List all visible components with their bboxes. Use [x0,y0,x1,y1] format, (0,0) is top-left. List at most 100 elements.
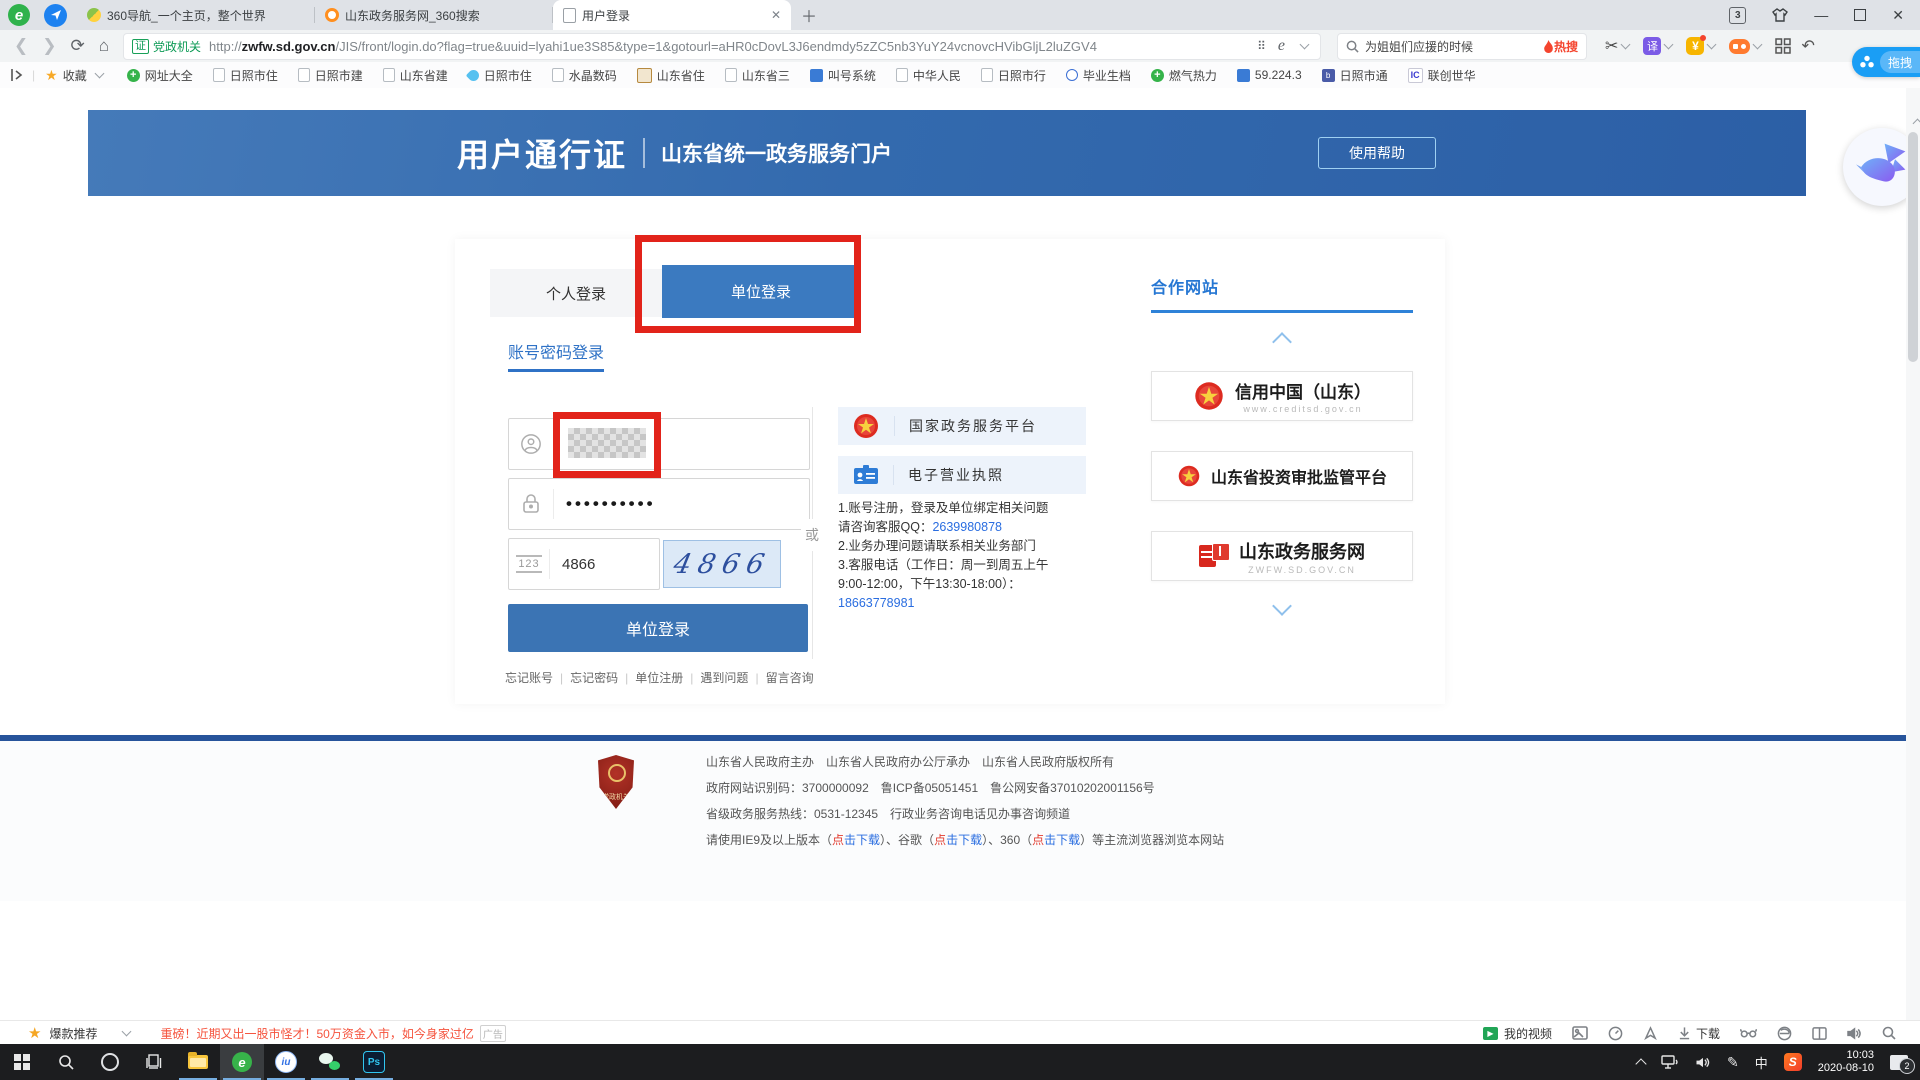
search-box[interactable]: 为姐姐们应援的时候 热搜 [1337,33,1587,60]
tab-360-search[interactable]: 山东政务服务网_360搜索 [315,0,553,30]
forward-button[interactable]: ❯ [42,36,56,56]
taskbar-file-explorer[interactable] [176,1044,220,1080]
page-scrollbar[interactable] [1906,88,1920,1020]
captcha-image[interactable]: 4866 [663,540,781,588]
tab-360-nav[interactable]: 360导航_一个主页，整个世界 [77,0,315,30]
taskbar-photoshop[interactable]: Ps [352,1044,396,1080]
pen-input-icon[interactable]: ✎ [1727,1054,1739,1071]
taskbar-search-button[interactable] [44,1044,88,1080]
tab-close-icon[interactable]: ✕ [771,8,781,22]
address-dropdown-icon[interactable] [1300,40,1310,50]
bookmark-item[interactable]: 毕业生档 [1066,67,1131,84]
games-dropdown-icon[interactable] [1753,40,1763,50]
service-phone[interactable]: 18663778981 [838,596,914,610]
ie-compat-icon[interactable]: e [1278,37,1285,55]
bookmark-item[interactable]: 山东省住 [637,67,705,84]
captcha-input[interactable]: 123 4866 [508,538,660,590]
address-bar[interactable]: 证 党政机关 http://zwfw.sd.gov.cn/JIS/front/l… [123,33,1321,60]
bookmark-item[interactable]: 59.224.3 [1237,68,1302,82]
ie-mode-icon[interactable] [1777,1026,1792,1041]
bookmark-item[interactable]: 日照市建 [298,67,363,84]
favorites-menu[interactable]: ★ 收藏 [45,67,107,84]
home-button[interactable]: ⌂ [99,36,109,56]
scroll-up-icon[interactable] [1272,332,1292,352]
news-ticker[interactable]: 重磅！近期又出一股市怪才！50万资金入市，如今身家过亿 [160,1025,473,1042]
refresh-button[interactable]: ⟳ [71,36,85,56]
my-videos-button[interactable]: ▶ 我的视频 [1483,1025,1552,1042]
tray-expand-icon[interactable] [1635,1058,1646,1069]
split-window-icon[interactable] [1812,1027,1827,1040]
bookmark-item[interactable]: +燃气热力 [1151,67,1217,84]
bookmark-item[interactable]: 叫号系统 [810,67,876,84]
search-query[interactable]: 为姐姐们应援的时候 [1365,38,1543,55]
wallet-dropdown-icon[interactable] [1707,40,1717,50]
drag-collect-panel[interactable]: 拖拽 [1852,47,1920,77]
boost-rocket-icon[interactable] [1643,1026,1658,1041]
ime-indicator[interactable]: 中 [1755,1053,1768,1072]
find-on-page-icon[interactable] [1882,1026,1896,1040]
translate-icon[interactable]: 译 [1643,37,1661,55]
apps-grid-icon[interactable] [1775,38,1791,54]
tab-user-login[interactable]: 用户登录 ✕ [553,0,791,30]
ticker-toggle-icon[interactable] [122,1027,132,1037]
sidebar-toggle-icon[interactable] [10,68,24,82]
password-input[interactable]: •••••••••• [508,478,810,530]
forgot-password-link[interactable]: 忘记密码 [570,669,618,686]
qrcode-icon[interactable]: ⠿ [1257,39,1266,53]
bookmark-item[interactable]: 山东省三 [725,67,790,84]
games-icon[interactable] [1729,39,1750,54]
download-link-360[interactable]: 点击下载 [1032,827,1080,853]
taskbar-360-browser[interactable]: e [220,1044,264,1080]
scroll-down-icon[interactable] [1272,596,1292,616]
reading-mode-icon[interactable] [1740,1027,1757,1039]
cortana-button[interactable] [88,1044,132,1080]
bookmark-item[interactable]: IC联创世华 [1408,67,1476,84]
national-platform-login[interactable]: 国家政务服务平台 [838,407,1086,445]
tab-count-badge[interactable]: 3 [1729,7,1746,24]
taskbar-wechat[interactable] [308,1044,352,1080]
translate-dropdown-icon[interactable] [1664,40,1674,50]
url-text[interactable]: http://zwfw.sd.gov.cn/JIS/front/login.do… [209,39,1247,54]
favorites-dropdown-icon[interactable] [94,69,104,79]
business-license-login[interactable]: 电子营业执照 [838,456,1086,494]
notification-center-icon[interactable]: 2 [1890,1055,1908,1070]
qq-number[interactable]: 2639980878 [932,520,1002,534]
bookmark-item[interactable]: 日照市住 [468,67,532,84]
problems-link[interactable]: 遇到问题 [700,669,748,686]
bookmark-item[interactable]: b日照市通 [1322,67,1388,84]
undo-closed-tab-icon[interactable]: ↶ [1801,36,1814,56]
taskbar-clock[interactable]: 10:03 2020-08-10 [1818,1049,1874,1075]
bookmark-item[interactable]: 中华人民 [896,67,961,84]
forgot-account-link[interactable]: 忘记账号 [505,669,553,686]
bookmark-item[interactable]: 日照市行 [981,67,1046,84]
download-link-ie[interactable]: 点击下载 [832,827,880,853]
screenshot-dropdown-icon[interactable] [1621,40,1631,50]
unit-login-button[interactable]: 单位登录 [508,604,808,652]
speed-mode-icon[interactable] [1608,1026,1623,1041]
promo-label[interactable]: 爆款推荐 [49,1025,97,1042]
start-button[interactable] [0,1044,44,1080]
hot-search[interactable]: 热搜 [1543,38,1578,55]
download-link-chrome[interactable]: 点击下载 [934,827,982,853]
bookmark-item[interactable]: +网址大全 [127,67,193,84]
minimize-button[interactable]: — [1814,7,1828,23]
download-manager-button[interactable]: 下载 [1678,1025,1720,1042]
navigation-icon[interactable] [44,4,67,27]
scrollbar-thumb[interactable] [1908,132,1918,362]
feedback-link[interactable]: 留言咨询 [766,669,814,686]
theme-shirt-icon[interactable] [1772,8,1788,22]
picture-mode-icon[interactable] [1572,1026,1588,1040]
new-tab-button[interactable]: ＋ [801,3,817,27]
sogou-input-icon[interactable]: S [1784,1053,1802,1071]
close-button[interactable]: ✕ [1892,7,1904,24]
volume-icon[interactable] [1695,1056,1711,1069]
help-button[interactable]: 使用帮助 [1318,137,1436,169]
site-cert-icon[interactable]: 证 [132,39,149,54]
taskbar-iu-app[interactable]: iu [264,1044,308,1080]
partner-credit-china[interactable]: 信用中国（山东） www.creditsd.gov.cn [1151,371,1413,421]
restore-button[interactable] [1854,9,1866,21]
back-button[interactable]: ❮ [14,36,28,56]
unit-register-link[interactable]: 单位注册 [635,669,683,686]
partner-investment-platform[interactable]: 山东省投资审批监管平台 [1151,451,1413,501]
partner-shandong-zwfw[interactable]: 山东政务服务网 ZWFW.SD.GOV.CN [1151,531,1413,581]
